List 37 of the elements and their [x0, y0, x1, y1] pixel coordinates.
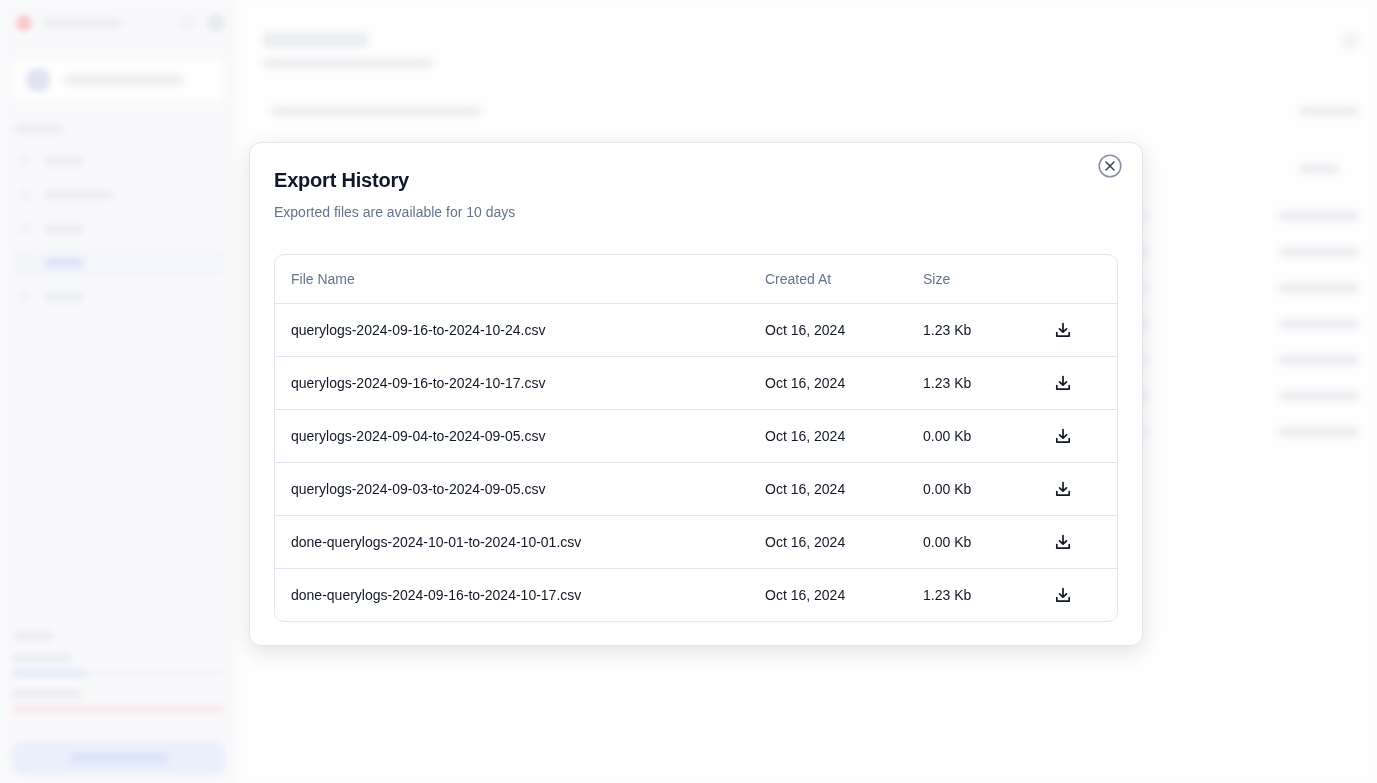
download-icon — [1055, 428, 1071, 444]
download-button[interactable] — [1055, 534, 1071, 550]
download-button[interactable] — [1055, 481, 1071, 497]
close-button[interactable] — [1098, 154, 1122, 178]
download-button[interactable] — [1055, 587, 1071, 603]
close-icon — [1098, 154, 1122, 178]
dialog-subtitle: Exported files are available for 10 days — [274, 203, 516, 222]
download-icon — [1055, 375, 1071, 391]
download-button[interactable] — [1055, 375, 1071, 391]
created-at-cell-text: Oct 16, 2024 — [764, 586, 847, 605]
created-at-cell-text: Oct 16, 2024 — [764, 533, 847, 552]
column-header: Created At — [764, 270, 833, 289]
size-cell-text: 0.00 Kb — [922, 533, 973, 552]
download-icon — [1055, 481, 1071, 497]
size-cell-text: 0.00 Kb — [922, 480, 973, 499]
column-header: Size — [922, 270, 952, 289]
size-cell-text: 1.23 Kb — [922, 321, 973, 340]
download-icon — [1055, 534, 1071, 550]
file-name-cell-text: querylogs-2024-09-03-to-2024-09-05.csv — [290, 480, 547, 499]
size-cell-text: 1.23 Kb — [922, 374, 973, 393]
download-icon — [1055, 322, 1071, 338]
created-at-cell-text: Oct 16, 2024 — [764, 480, 847, 499]
download-icon — [1055, 587, 1071, 603]
file-name-cell-text: querylogs-2024-09-04-to-2024-09-05.csv — [290, 427, 547, 446]
created-at-cell-text: Oct 16, 2024 — [764, 374, 847, 393]
file-name-cell-text: done-querylogs-2024-10-01-to-2024-10-01.csv — [290, 533, 583, 552]
file-name-cell-text: done-querylogs-2024-09-16-to-2024-10-17.csv — [290, 586, 583, 605]
dialog-title: Export History — [274, 168, 409, 192]
download-button[interactable] — [1055, 428, 1071, 444]
column-header: File Name — [290, 270, 356, 289]
download-button[interactable] — [1055, 322, 1071, 338]
created-at-cell-text: Oct 16, 2024 — [764, 427, 847, 446]
size-cell-text: 0.00 Kb — [922, 427, 973, 446]
file-name-cell-text: querylogs-2024-09-16-to-2024-10-24.csv — [290, 321, 547, 340]
created-at-cell-text: Oct 16, 2024 — [764, 321, 847, 340]
file-name-cell-text: querylogs-2024-09-16-to-2024-10-17.csv — [290, 374, 547, 393]
size-cell-text: 1.23 Kb — [922, 586, 973, 605]
